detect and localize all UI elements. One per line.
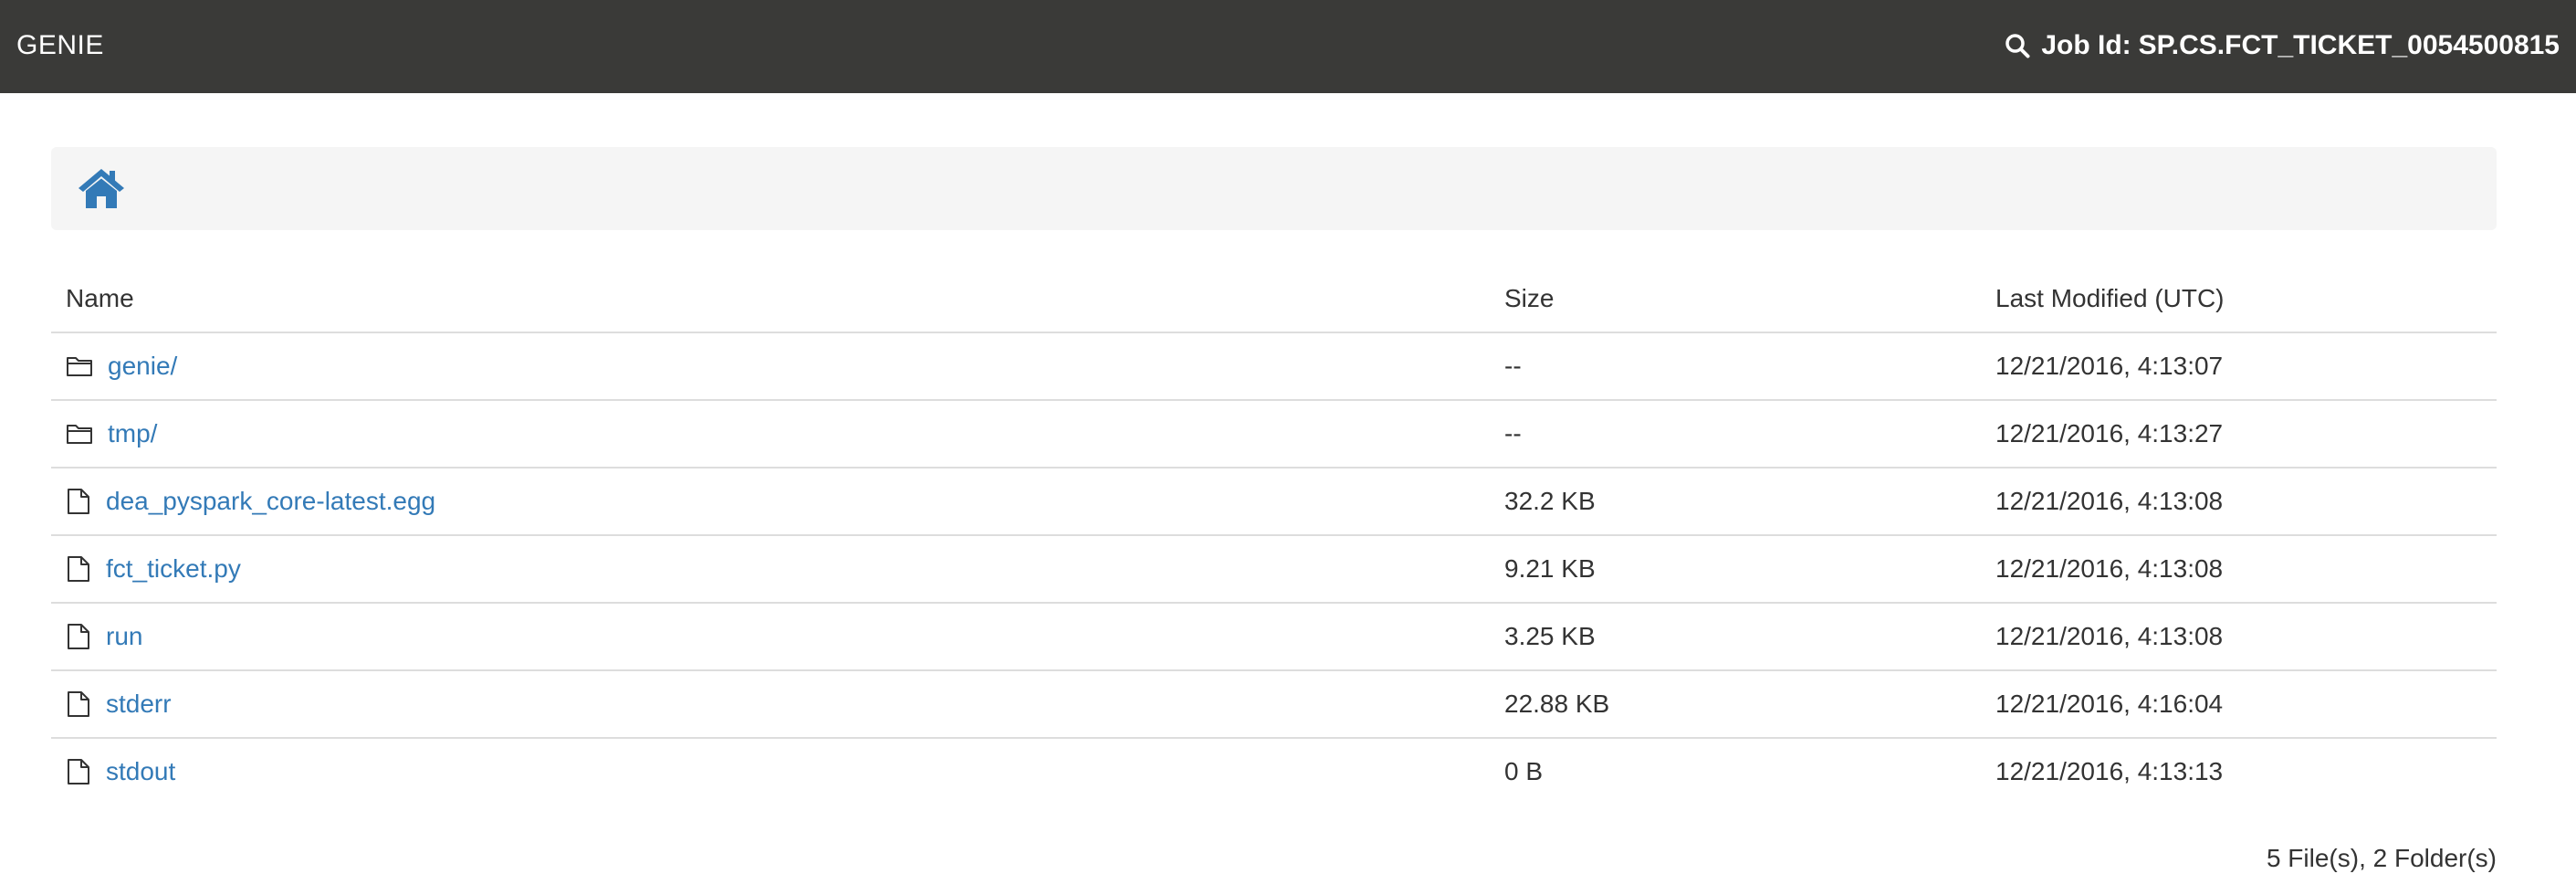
table-row: dea_pyspark_core-latest.egg 32.2 KB 12/2… (51, 467, 2497, 535)
job-id-value: SP.CS.FCT_TICKET_0054500815 (2138, 30, 2560, 60)
size-cell: 32.2 KB (1490, 467, 1981, 535)
name-cell: genie/ (51, 332, 1490, 400)
file-link[interactable]: fct_ticket.py (106, 554, 241, 584)
table-header-row: Name Size Last Modified (UTC) (51, 265, 2497, 333)
table-row: run 3.25 KB 12/21/2016, 4:13:08 (51, 602, 2497, 670)
home-icon (79, 169, 124, 208)
name-cell: fct_ticket.py (51, 534, 1490, 603)
file-count-summary: 5 File(s), 2 Folder(s) (2266, 844, 2497, 872)
file-icon (68, 691, 89, 717)
modified-cell: 12/21/2016, 4:13:13 (1981, 737, 2497, 805)
modified-cell: 12/21/2016, 4:13:08 (1981, 467, 2497, 535)
file-table: Name Size Last Modified (UTC) genie/ -- … (51, 265, 2497, 805)
size-cell: 0 B (1490, 737, 1981, 805)
folder-icon (67, 357, 92, 376)
name-cell: run (51, 602, 1490, 670)
file-icon (68, 624, 89, 649)
column-header-size[interactable]: Size (1490, 265, 1981, 333)
file-icon (68, 759, 89, 784)
name-cell: stderr (51, 669, 1490, 738)
table-row: stderr 22.88 KB 12/21/2016, 4:16:04 (51, 669, 2497, 738)
size-cell: 9.21 KB (1490, 534, 1981, 603)
brand-link[interactable]: GENIE (16, 0, 104, 91)
breadcrumb-home-button[interactable] (77, 166, 126, 210)
folder-link[interactable]: tmp/ (108, 419, 157, 448)
file-link[interactable]: dea_pyspark_core-latest.egg (106, 487, 435, 516)
size-cell: -- (1504, 352, 1522, 380)
size-cell: -- (1490, 399, 1981, 468)
folder-link[interactable]: genie/ (108, 352, 177, 381)
column-header-name[interactable]: Name (51, 265, 1490, 333)
name-cell: dea_pyspark_core-latest.egg (51, 467, 1490, 535)
modified-cell: 12/21/2016, 4:13:07 (1995, 352, 2224, 380)
table-row: tmp/ -- 12/21/2016, 4:13:27 (51, 399, 2497, 468)
job-id-display: Job Id: SP.CS.FCT_TICKET_0054500815 (2005, 0, 2560, 91)
file-link[interactable]: run (106, 622, 142, 651)
search-icon (2005, 34, 2030, 58)
file-link[interactable]: stderr (106, 690, 172, 719)
table-row: stdout 0 B 12/21/2016, 4:13:13 (51, 737, 2497, 805)
file-icon (68, 489, 89, 514)
job-id-label: Job Id: (2041, 30, 2131, 60)
size-cell: 3.25 KB (1490, 602, 1981, 670)
modified-cell: 12/21/2016, 4:13:08 (1981, 534, 2497, 603)
modified-cell: 12/21/2016, 4:13:27 (1981, 399, 2497, 468)
file-icon (68, 556, 89, 582)
table-row: genie/ -- 12/21/2016, 4:13:07 (51, 332, 2497, 400)
name-cell: stdout (51, 737, 1490, 805)
column-header-last-modified[interactable]: Last Modified (UTC) (1981, 265, 2497, 333)
top-navbar: GENIE Job Id: SP.CS.FCT_TICKET_005450081… (0, 0, 2576, 93)
modified-cell: 12/21/2016, 4:13:08 (1981, 602, 2497, 670)
file-link[interactable]: stdout (106, 757, 175, 786)
table-row: fct_ticket.py 9.21 KB 12/21/2016, 4:13:0… (51, 534, 2497, 603)
modified-cell: 12/21/2016, 4:16:04 (1981, 669, 2497, 738)
folder-icon (67, 425, 92, 444)
name-cell: tmp/ (51, 399, 1490, 468)
breadcrumb (51, 147, 2497, 230)
size-cell: 22.88 KB (1490, 669, 1981, 738)
